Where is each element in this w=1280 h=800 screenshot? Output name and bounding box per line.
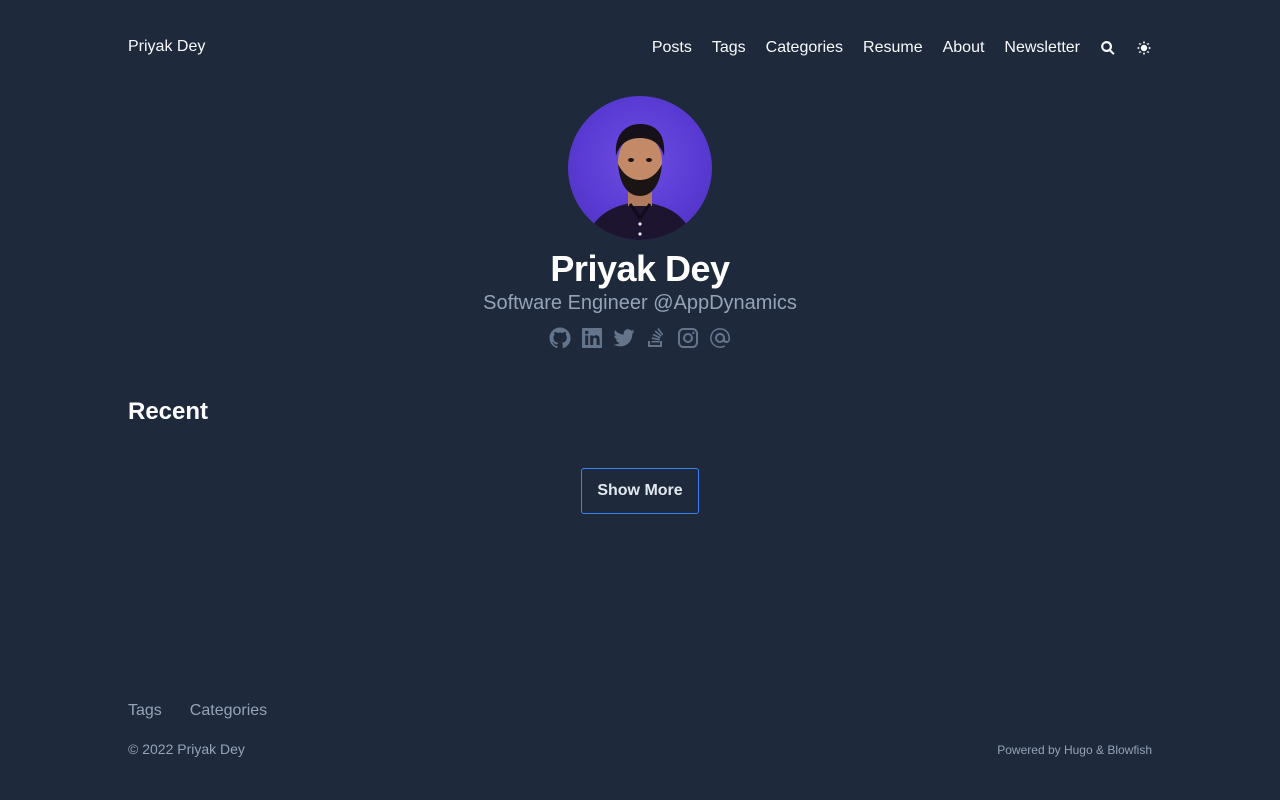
recent-heading: Recent (128, 398, 209, 425)
page: Priyak Dey Posts Tags Categories Resume … (0, 0, 1280, 800)
social-links (0, 326, 1280, 350)
nav-newsletter[interactable]: Newsletter (1004, 38, 1080, 58)
instagram-icon[interactable] (676, 326, 700, 350)
linkedin-icon[interactable] (580, 326, 604, 350)
email-icon[interactable] (708, 326, 732, 350)
nav-tags[interactable]: Tags (712, 38, 746, 58)
search-icon[interactable] (1100, 38, 1116, 58)
github-icon[interactable] (548, 326, 572, 350)
nav-posts[interactable]: Posts (652, 38, 692, 58)
nav-categories[interactable]: Categories (766, 38, 843, 58)
main-nav: Posts Tags Categories Resume About Newsl… (652, 38, 1152, 58)
twitter-icon[interactable] (612, 326, 636, 350)
profile-avatar (568, 96, 712, 240)
show-more-button[interactable]: Show More (581, 468, 699, 514)
stackoverflow-icon[interactable] (644, 326, 668, 350)
powered-by-text: Powered by Hugo & Blowfish (997, 743, 1152, 757)
profile-name: Priyak Dey (550, 248, 730, 289)
footer-link-tags[interactable]: Tags (128, 702, 162, 720)
footer-links: Tags Categories (128, 702, 267, 720)
nav-resume[interactable]: Resume (863, 38, 923, 58)
copyright-text: © 2022 Priyak Dey (128, 741, 245, 757)
nav-about[interactable]: About (943, 38, 985, 58)
profile-subtitle: Software Engineer @AppDynamics (483, 292, 797, 314)
theme-toggle-icon[interactable] (1136, 38, 1152, 58)
footer-link-categories[interactable]: Categories (190, 702, 267, 720)
site-title-link[interactable]: Priyak Dey (128, 38, 205, 56)
